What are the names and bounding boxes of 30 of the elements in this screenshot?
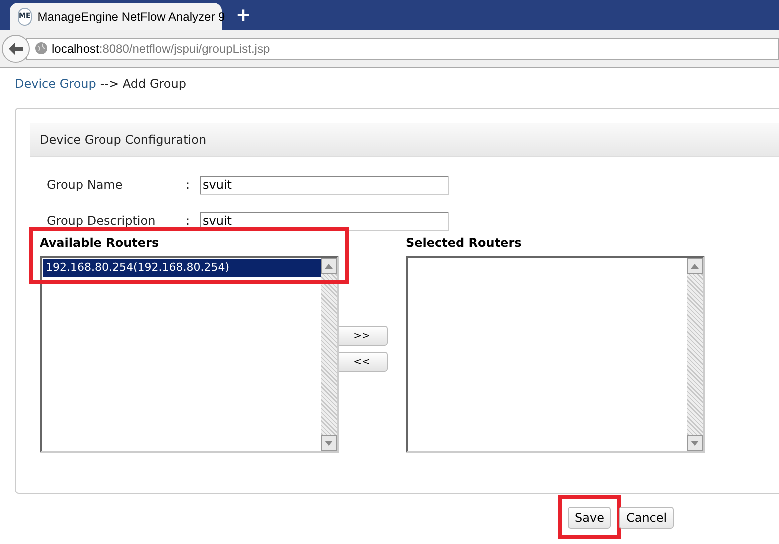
scroll-down-icon[interactable] <box>321 435 337 451</box>
field-separator: : <box>186 177 192 194</box>
text-field[interactable]: svuit <box>200 212 449 230</box>
panel-title: Device Group Configuration <box>40 132 207 148</box>
scroll-up-icon[interactable] <box>321 258 337 274</box>
router-option[interactable]: 192.168.80.254(192.168.80.254) <box>43 259 321 277</box>
router-listbox[interactable]: 192.168.80.254(192.168.80.254) <box>40 256 339 453</box>
list-title: Selected Routers <box>406 235 523 252</box>
scrollbar[interactable] <box>687 258 703 451</box>
action-button[interactable]: Cancel <box>619 507 674 529</box>
back-button[interactable] <box>2 34 30 62</box>
field-label: Group Name <box>47 177 124 194</box>
move-button[interactable]: << <box>336 352 388 372</box>
breadcrumb-link[interactable]: Device Group <box>15 75 96 89</box>
action-button[interactable]: Save <box>568 507 612 529</box>
url-text: localhost:8080/netflow/jspui/groupList.jsp <box>52 40 270 58</box>
scroll-up-icon[interactable] <box>687 258 703 274</box>
breadcrumb-text: --> Add Group <box>100 76 186 89</box>
scrollbar[interactable] <box>321 258 337 451</box>
scroll-down-icon[interactable] <box>687 435 703 451</box>
field-separator: : <box>186 213 192 230</box>
move-button[interactable]: >> <box>336 326 388 346</box>
new-tab-button[interactable]: + <box>236 4 252 28</box>
text-field[interactable]: svuit <box>200 176 449 194</box>
list-title: Available Routers <box>40 235 160 252</box>
globe-icon <box>35 42 48 55</box>
field-label: Group Description <box>47 213 157 230</box>
back-arrow-icon <box>9 42 23 54</box>
url-field[interactable]: localhost:8080/netflow/jspui/groupList.jsp <box>26 38 779 60</box>
router-listbox[interactable] <box>406 256 705 453</box>
